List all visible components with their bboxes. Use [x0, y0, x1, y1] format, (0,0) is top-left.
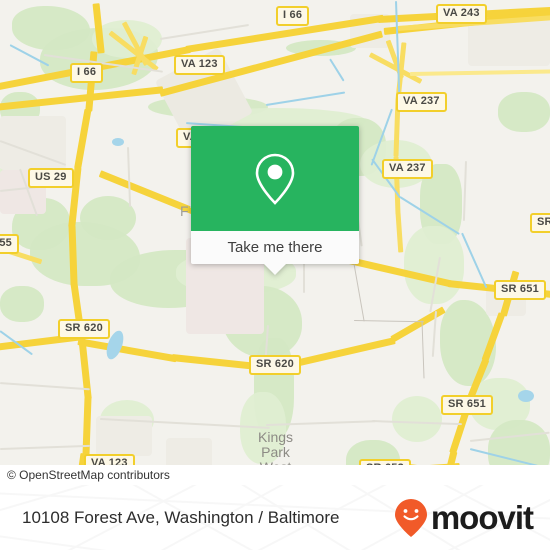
place-label-fairfax: F: [180, 203, 189, 219]
route-shield-sr620[interactable]: SR 620: [249, 355, 301, 375]
lake: [518, 390, 534, 402]
route-shield-sr651[interactable]: SR 651: [441, 395, 493, 415]
location-popup-card[interactable]: Take me there: [191, 126, 359, 275]
highway-sr620: [77, 338, 178, 363]
local-road: [0, 382, 90, 391]
route-shield-va237[interactable]: VA 237: [382, 159, 433, 179]
route-shield-va243[interactable]: VA 243: [436, 4, 487, 24]
stream: [399, 196, 460, 235]
footer-address: 10108 Forest Ave, Washington / Baltimore: [22, 507, 340, 527]
road-east-west: [409, 69, 550, 76]
take-me-there-button[interactable]: Take me there: [191, 231, 359, 264]
highway-va123: [92, 3, 105, 54]
local-road: [469, 431, 550, 442]
highway-va237: [395, 212, 404, 253]
highway-va123: [68, 225, 78, 286]
local-road: [462, 160, 467, 221]
local-road: [99, 418, 270, 429]
route-shield-sr[interactable]: SR: [530, 213, 550, 233]
highway-va123: [82, 397, 92, 458]
moovit-logo[interactable]: moovit: [394, 485, 534, 550]
highway-va123: [78, 339, 92, 400]
route-shield-va123[interactable]: VA 123: [174, 55, 225, 75]
local-road: [265, 420, 376, 426]
lake: [112, 138, 124, 146]
route-shield-sr620[interactable]: SR 620: [58, 319, 110, 339]
map-screenshot: Kings Park West F I 66 VA 243 VA 123 I 6…: [0, 0, 550, 550]
footer-bar: 10108 Forest Ave, Washington / Baltimore…: [0, 485, 550, 550]
stream: [370, 108, 393, 166]
popup-image: [191, 126, 359, 231]
moovit-smiley-pin-icon: [394, 498, 427, 537]
route-shield-sr655[interactable]: 655: [0, 234, 19, 254]
route-shield-us29[interactable]: US 29: [28, 168, 74, 188]
route-shield-sr651[interactable]: SR 651: [494, 280, 546, 300]
highway-va123: [74, 108, 92, 170]
take-me-there-label: Take me there: [227, 239, 323, 256]
highway-sr620: [390, 306, 446, 343]
highway-sr651: [481, 312, 506, 362]
route-shield-i66[interactable]: I 66: [70, 63, 104, 83]
map-pin-icon: [255, 153, 295, 205]
map-attribution[interactable]: © OpenStreetMap contributors: [0, 465, 550, 485]
stream: [461, 232, 488, 289]
popup-pointer: [264, 264, 286, 275]
route-shield-i66[interactable]: I 66: [276, 6, 310, 26]
moovit-wordmark: moovit: [430, 499, 534, 536]
stream: [265, 91, 346, 106]
local-road: [0, 140, 67, 166]
admin-boundary: [353, 320, 424, 323]
local-road: [0, 444, 90, 450]
stream: [329, 58, 345, 82]
admin-boundary: [421, 320, 425, 379]
local-road: [127, 146, 132, 207]
local-road: [371, 420, 462, 426]
route-shield-va237[interactable]: VA 237: [396, 92, 447, 112]
map-canvas[interactable]: Kings Park West F I 66 VA 243 VA 123 I 6…: [0, 0, 550, 485]
highway-us29: [0, 86, 164, 111]
